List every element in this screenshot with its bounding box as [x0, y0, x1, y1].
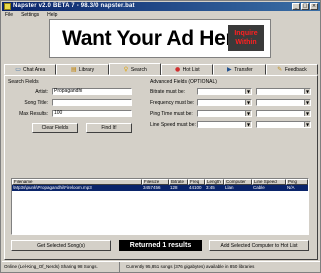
tab-bar: ▭ Chat Area ▤ Library ♀ Search ● Hot Lis…: [4, 63, 318, 75]
advanced-fields-label: Advanced Fields (OPTIONAL): [150, 79, 217, 85]
tab-chat-area[interactable]: ▭ Chat Area: [4, 64, 57, 75]
cell-line-speed: Cable: [253, 185, 265, 190]
line-speed-operator-select[interactable]: ▼: [197, 121, 252, 128]
ad-banner[interactable]: Want Your Ad Here? Inquire Within: [49, 19, 271, 58]
tab-feedback-label: Feedback: [284, 66, 307, 73]
chevron-down-icon: ▼: [245, 89, 251, 94]
search-fields-label: Search Fields: [8, 79, 39, 85]
tab-search-label: Search: [130, 66, 147, 73]
chat-icon: ▭: [15, 65, 21, 73]
ping-value-select[interactable]: ▼: [256, 110, 311, 117]
inquire-box[interactable]: Inquire Within: [228, 25, 264, 51]
max-results-input[interactable]: 100: [52, 110, 132, 117]
tab-feedback[interactable]: ✎ Feedback: [265, 64, 318, 75]
bitrate-label: Bitrate must be:: [150, 89, 186, 95]
bitrate-operator-select[interactable]: ▼: [197, 88, 252, 95]
cell-bitrate: 128: [170, 185, 178, 190]
frequency-operator-select[interactable]: ▼: [197, 99, 252, 106]
max-results-label: Max Results:: [19, 111, 48, 117]
feedback-icon: ✎: [277, 65, 283, 73]
tab-transfer-label: Transfer: [234, 66, 253, 73]
line-speed-label: Line Speed must be:: [150, 122, 196, 128]
menu-help[interactable]: Help: [47, 12, 57, 18]
hotlist-icon: ●: [175, 65, 181, 73]
chevron-down-icon: ▼: [304, 111, 310, 116]
search-icon: ♀: [123, 65, 129, 73]
line-speed-value-select[interactable]: ▼: [256, 121, 311, 128]
chevron-down-icon: ▼: [304, 122, 310, 127]
napster-window: Napster v2.0 BETA 7 - 98.3/0 napster.bat…: [0, 0, 321, 273]
clear-fields-button[interactable]: Clear Fields: [32, 123, 78, 133]
tab-hot-list-label: Hot List: [182, 66, 200, 73]
cell-ping: N/A: [287, 185, 295, 190]
chevron-down-icon: ▼: [304, 89, 310, 94]
bitrate-value-select[interactable]: ▼: [256, 88, 311, 95]
tab-chat-area-label: Chat Area: [23, 66, 46, 73]
status-bar: Online (Lel-King_Of_Nerds) Sharing 98 So…: [2, 261, 320, 272]
ping-operator-select[interactable]: ▼: [197, 110, 252, 117]
transfer-icon: ▶: [226, 65, 232, 73]
get-selected-songs-button[interactable]: Get Selected Song(s): [11, 240, 111, 251]
chevron-down-icon: ▼: [245, 122, 251, 127]
minimize-button[interactable]: _: [292, 3, 300, 10]
returned-results-status: Returned 1 results: [119, 240, 202, 251]
song-title-input[interactable]: [52, 99, 132, 106]
artist-input[interactable]: Propagandhi: [52, 88, 132, 95]
tab-library-label: Library: [78, 66, 95, 73]
chevron-down-icon: ▼: [245, 111, 251, 116]
tab-library[interactable]: ▤ Library: [56, 64, 109, 75]
cell-freq: 44100: [189, 185, 202, 190]
tab-hot-list[interactable]: ● Hot List: [160, 64, 214, 75]
tab-transfer[interactable]: ▶ Transfer: [213, 64, 266, 75]
maximize-button[interactable]: □: [301, 3, 309, 10]
library-icon: ▤: [71, 65, 77, 73]
song-title-label: Song Title:: [24, 100, 48, 106]
artist-label: Artist:: [35, 89, 48, 95]
frequency-label: Frequency must be:: [150, 100, 195, 106]
add-to-hot-list-button[interactable]: Add Selected Computer to Hot List: [209, 240, 309, 251]
chevron-down-icon: ▼: [245, 100, 251, 105]
results-list[interactable]: Filename Filesize Bitrate Freq Length Co…: [11, 178, 309, 235]
tab-search[interactable]: ♀ Search: [108, 63, 161, 75]
ping-time-label: Ping Time must be:: [150, 111, 193, 117]
frequency-value-select[interactable]: ▼: [256, 99, 311, 106]
inquire-line1: Inquire: [234, 30, 258, 37]
app-icon: [4, 3, 11, 10]
inquire-line2: Within: [235, 39, 257, 46]
menu-settings[interactable]: Settings: [21, 12, 39, 18]
status-online: Online (Lel-King_Of_Nerds) Sharing 98 So…: [2, 262, 120, 272]
chevron-down-icon: ▼: [304, 100, 310, 105]
menu-bar: File Settings Help: [2, 11, 320, 19]
close-button[interactable]: ×: [310, 3, 318, 10]
cell-filesize: 3457456: [143, 185, 161, 190]
title-bar[interactable]: Napster v2.0 BETA 7 - 98.3/0 napster.bat…: [2, 2, 320, 11]
cell-filename: \Mp3s\punk\Propagandhi\Fireloom.mp3: [13, 185, 92, 190]
window-title: Napster v2.0 BETA 7 - 98.3/0 napster.bat: [13, 3, 135, 9]
cell-computer: Llan: [225, 185, 234, 190]
table-row[interactable]: \Mp3s\punk\Propagandhi\Fireloom.mp3 3457…: [12, 185, 308, 191]
menu-file[interactable]: File: [5, 12, 13, 18]
status-library-count: Currently 95,851 songs (376 gigabytes) a…: [126, 264, 255, 269]
cell-length: 3:45: [206, 185, 215, 190]
find-it-button[interactable]: Find It!: [86, 123, 132, 133]
